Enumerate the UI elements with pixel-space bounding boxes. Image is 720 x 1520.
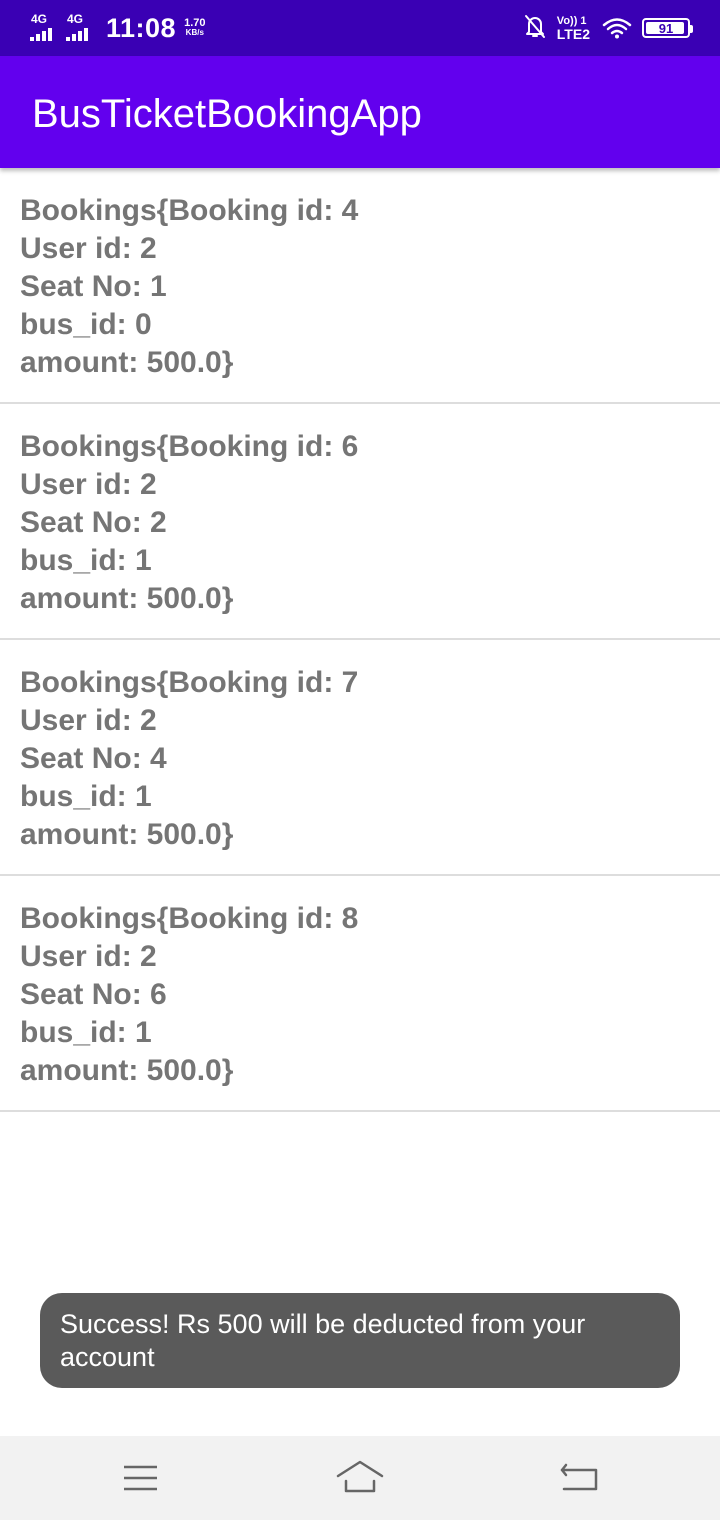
home-icon[interactable] [336,1456,384,1500]
booking-details: Bookings{Booking id: 6 User id: 2 Seat N… [20,428,720,618]
menu-icon[interactable] [116,1456,164,1500]
seat-no-line: Seat No: 4 [20,742,167,775]
network-speed-value: 1.70 [184,17,206,29]
network-speed: 1.70 KB/s [184,18,205,38]
booking-details: Bookings{Booking id: 4 User id: 2 Seat N… [20,192,720,382]
user-id-line: User id: 2 [20,704,157,737]
network-speed-unit: KB/s [185,28,204,37]
app-bar: BusTicketBookingApp [0,56,720,168]
navigation-bar [0,1436,720,1520]
list-item[interactable]: Bookings{Booking id: 6 User id: 2 Seat N… [0,404,720,640]
network-type-2: 4G [67,12,84,26]
mute-icon [523,13,547,44]
volte-indicator: Vo)) 1 LTE2 [557,15,590,41]
battery-icon: 91 [642,18,693,38]
signal-icon: 4G [30,13,60,43]
toast-message: Success! Rs 500 will be deducted from yo… [40,1293,680,1388]
booking-id-line: Bookings{Booking id: 4 [20,194,359,227]
bus-id-line: bus_id: 1 [20,1016,152,1049]
lte-label: LTE2 [556,26,590,42]
user-id-line: User id: 2 [20,940,157,973]
list-item[interactable]: Bookings{Booking id: 4 User id: 2 Seat N… [0,168,720,404]
battery-level: 91 [658,20,674,36]
list-item[interactable]: Bookings{Booking id: 8 User id: 2 Seat N… [0,876,720,1112]
status-left: 4G 4G 11:08 1.70 KB/s [30,12,206,44]
wifi-icon [602,17,632,39]
status-bar: 4G 4G 11:08 1.70 KB/s Vo)) 1 LTE2 91 [0,0,720,56]
list-item[interactable]: Bookings{Booking id: 7 User id: 2 Seat N… [0,640,720,876]
user-id-line: User id: 2 [20,468,157,501]
booking-id-line: Bookings{Booking id: 6 [20,430,359,463]
amount-line: amount: 500.0} [20,582,234,615]
amount-line: amount: 500.0} [20,1054,234,1087]
app-title: BusTicketBookingApp [32,92,422,136]
seat-no-line: Seat No: 1 [20,270,167,303]
booking-id-line: Bookings{Booking id: 7 [20,666,359,699]
booking-list[interactable]: Bookings{Booking id: 4 User id: 2 Seat N… [0,168,720,1112]
status-right: Vo)) 1 LTE2 91 [523,12,693,44]
signal-icon: 4G [66,13,96,43]
bus-id-line: bus_id: 1 [20,544,152,577]
network-type-1: 4G [31,12,48,26]
bus-id-line: bus_id: 0 [20,308,152,341]
bus-id-line: bus_id: 1 [20,780,152,813]
booking-details: Bookings{Booking id: 7 User id: 2 Seat N… [20,664,720,854]
amount-line: amount: 500.0} [20,346,234,379]
status-time: 11:08 [106,12,177,43]
booking-details: Bookings{Booking id: 8 User id: 2 Seat N… [20,900,720,1090]
user-id-line: User id: 2 [20,232,157,265]
seat-no-line: Seat No: 6 [20,978,167,1011]
booking-id-line: Bookings{Booking id: 8 [20,902,359,935]
back-icon[interactable] [556,1456,604,1500]
seat-no-line: Seat No: 2 [20,506,167,539]
amount-line: amount: 500.0} [20,818,234,851]
